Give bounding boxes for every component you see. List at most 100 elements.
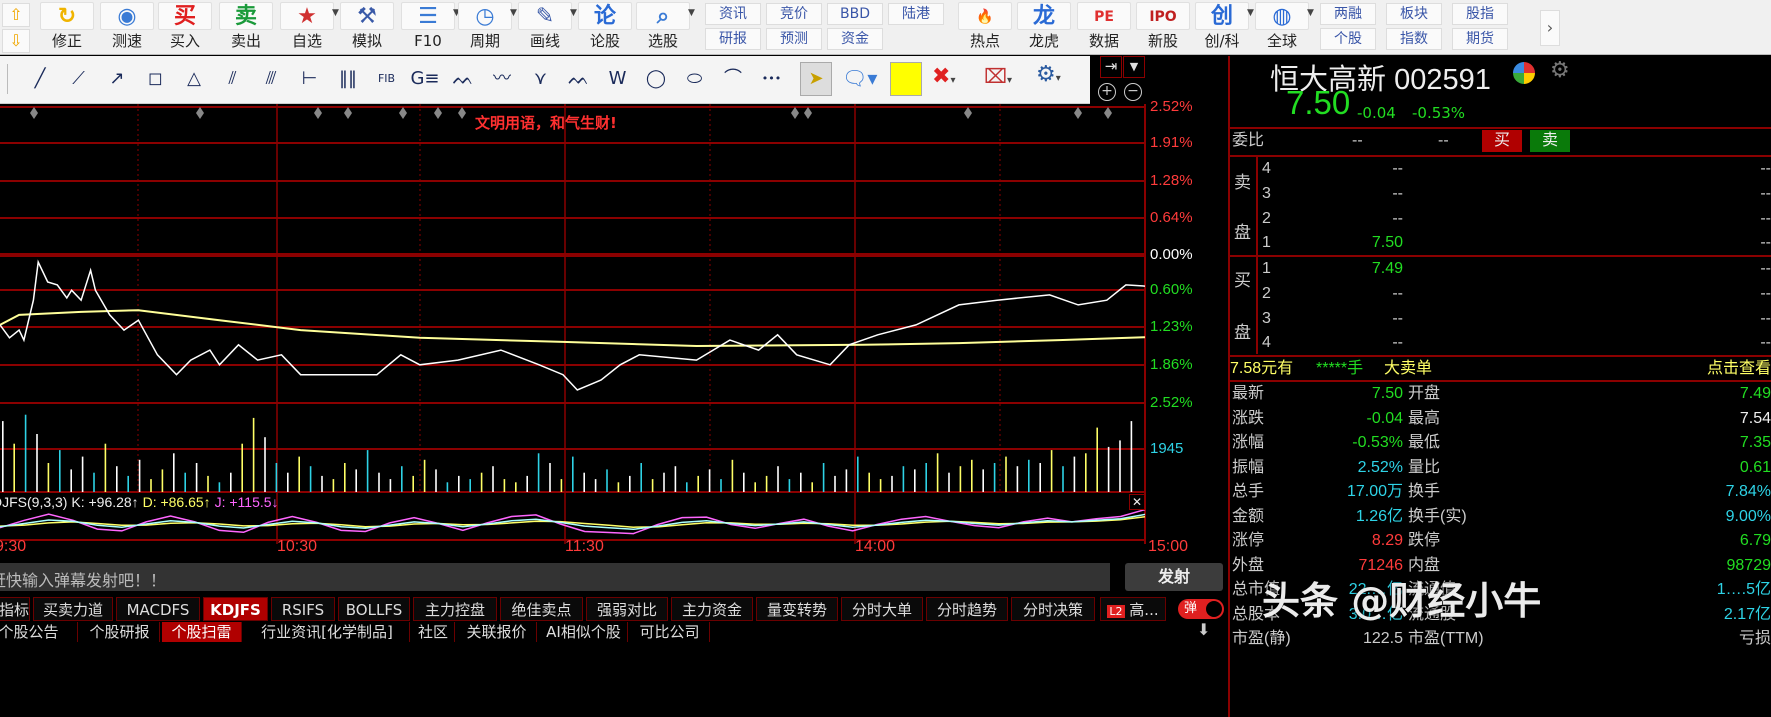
- toolbar-button-ipo[interactable]: IPO 新股: [1136, 2, 1190, 54]
- chart-menu-dropdown[interactable]: ▼: [1123, 56, 1145, 78]
- gann-tool[interactable]: G≡: [409, 66, 441, 92]
- event-marker-icon[interactable]: [791, 107, 799, 119]
- quick-link-button[interactable]: 两融: [1320, 3, 1376, 25]
- comment-tool[interactable]: 🗨▾: [842, 66, 877, 90]
- toolbar-button-9[interactable]: 论论股: [578, 2, 632, 54]
- ellipse-tool[interactable]: ⬭: [679, 66, 711, 92]
- toolbar-button-8[interactable]: ✎ 画线: [518, 2, 572, 54]
- quick-link-button[interactable]: 竞价: [766, 3, 822, 25]
- toolbar-button-dragon[interactable]: 龙龙虎: [1017, 2, 1071, 54]
- chevron-down-icon[interactable]: ▼: [688, 8, 695, 18]
- bid-row[interactable]: 2 -- --: [1230, 282, 1771, 306]
- toolbar-button-3[interactable]: 卖卖出: [219, 2, 273, 54]
- settings-gear-icon[interactable]: ⚙: [1550, 58, 1570, 83]
- ask-row[interactable]: 2 -- --: [1230, 207, 1771, 231]
- tab-indicator[interactable]: 买卖力道: [33, 597, 113, 621]
- tab-indicator[interactable]: BOLLFS: [338, 597, 410, 621]
- rectangle-tool[interactable]: ◻: [140, 66, 172, 92]
- pointer-tool[interactable]: ➤: [800, 62, 832, 96]
- wave-tool-2[interactable]: 〰: [486, 66, 518, 92]
- bottom-tab[interactable]: 社区: [412, 622, 455, 642]
- chevron-down-icon[interactable]: ▼: [1247, 8, 1254, 18]
- toolbar-more-button[interactable]: ›: [1540, 10, 1560, 46]
- event-marker-icon[interactable]: [314, 107, 322, 119]
- scroll-down-button[interactable]: ⇩: [2, 29, 30, 53]
- event-marker-icon[interactable]: [30, 107, 38, 119]
- toolbar-button-7[interactable]: ◷ 周期: [458, 2, 512, 54]
- fib-time-tool[interactable]: FIB: [371, 66, 403, 92]
- quick-sell-button[interactable]: 卖: [1530, 130, 1570, 152]
- quick-link-button[interactable]: 资金: [827, 28, 883, 50]
- quick-link-button[interactable]: 指数: [1386, 28, 1442, 50]
- tab-indicator[interactable]: KDJFS: [203, 597, 268, 621]
- eraser-icon[interactable]: ⌧▾: [984, 64, 1012, 88]
- segment-tool[interactable]: ⟋: [63, 66, 95, 92]
- danmaku-toggle[interactable]: 弹: [1178, 599, 1224, 619]
- fan-tool[interactable]: ⫽: [217, 66, 249, 92]
- tab-indicator[interactable]: 分时大单: [841, 597, 923, 621]
- quick-link-button[interactable]: 研报: [705, 28, 761, 50]
- bottom-tab[interactable]: 行业资讯[化学制品]: [245, 622, 410, 642]
- tab-l2-advanced[interactable]: L2 高...: [1100, 597, 1166, 621]
- toolbar-button-10[interactable]: ⌕ 选股: [636, 2, 690, 54]
- quick-link-button[interactable]: 期货: [1452, 28, 1508, 50]
- scroll-up-button[interactable]: ⇧: [2, 3, 30, 27]
- quick-link-button[interactable]: 股指: [1452, 3, 1508, 25]
- event-marker-icon[interactable]: [196, 107, 204, 119]
- bid-row[interactable]: 3 -- --: [1230, 307, 1771, 331]
- intraday-chart[interactable]: [0, 104, 1146, 544]
- toolbar-button-chuang[interactable]: 创创/科: [1195, 2, 1249, 54]
- tab-indicator[interactable]: 量变转势: [756, 597, 838, 621]
- close-indicator-icon[interactable]: ✕: [1129, 494, 1145, 510]
- tab-indicator[interactable]: 绝佳卖点: [500, 597, 583, 621]
- danmaku-input[interactable]: 赶快输入弹幕发射吧！！: [0, 563, 1110, 591]
- tab-indicator[interactable]: 主力控盘: [413, 597, 497, 621]
- parallel-tool[interactable]: ⫻: [255, 66, 287, 92]
- zoom-in-icon[interactable]: +: [1098, 83, 1116, 101]
- toolbar-button-0[interactable]: ↻ 修正: [40, 2, 94, 54]
- tab-indicator[interactable]: RSIFS: [271, 597, 335, 621]
- zoom-out-icon[interactable]: −: [1124, 83, 1142, 101]
- view-big-order-link[interactable]: 点击查看: [1707, 357, 1771, 381]
- triangle-tool[interactable]: △: [178, 66, 210, 92]
- tab-indicator[interactable]: 强弱对比: [586, 597, 668, 621]
- expand-right-icon[interactable]: ⇥: [1100, 56, 1122, 78]
- bid-row[interactable]: 4 -- --: [1230, 331, 1771, 355]
- ray-tool[interactable]: ↗: [101, 66, 133, 92]
- tab-indicator[interactable]: MACDFS: [116, 597, 200, 621]
- wave-tool-1[interactable]: ᨓ: [448, 66, 480, 92]
- wave-tool-5[interactable]: W: [602, 66, 634, 92]
- quick-link-button[interactable]: BBD: [827, 3, 883, 25]
- tab-indicator[interactable]: 指标: [0, 597, 30, 621]
- event-marker-icon[interactable]: [1074, 107, 1082, 119]
- event-marker-icon[interactable]: [344, 107, 352, 119]
- delete-icon[interactable]: ✖▾: [932, 64, 955, 89]
- event-marker-icon[interactable]: [434, 107, 442, 119]
- ask-row[interactable]: 1 7.50 --: [1230, 231, 1771, 255]
- color-picker[interactable]: [890, 62, 922, 96]
- quick-buy-button[interactable]: 买: [1482, 130, 1522, 152]
- quick-link-button[interactable]: 个股: [1320, 28, 1376, 50]
- period-lines-tool[interactable]: ‖‖: [332, 66, 364, 92]
- circle-tool[interactable]: ◯: [640, 66, 672, 92]
- toolbar-button-hot[interactable]: 🔥 热点: [958, 2, 1012, 54]
- bottom-tab[interactable]: 关联报价: [457, 622, 537, 642]
- tab-indicator[interactable]: 分时趋势: [926, 597, 1008, 621]
- toolbar-button-4[interactable]: ★ 自选: [280, 2, 334, 54]
- line-tool[interactable]: ╱: [24, 66, 56, 92]
- chevron-down-icon[interactable]: ▼: [570, 8, 577, 18]
- quick-link-button[interactable]: 陆港: [888, 3, 944, 25]
- settings-gear-icon[interactable]: ⚙▾: [1036, 62, 1061, 87]
- pie-chart-icon[interactable]: [1513, 62, 1535, 84]
- wave-tool-3[interactable]: ⋎: [525, 66, 557, 92]
- bottom-tab[interactable]: 个股公告: [0, 622, 78, 642]
- quick-link-button[interactable]: 资讯: [705, 3, 761, 25]
- send-danmaku-button[interactable]: 发射: [1125, 563, 1223, 591]
- quick-link-button[interactable]: 预测: [766, 28, 822, 50]
- quick-link-button[interactable]: 板块: [1386, 3, 1442, 25]
- event-marker-icon[interactable]: [804, 107, 812, 119]
- tab-indicator[interactable]: 分时决策: [1011, 597, 1095, 621]
- ask-row[interactable]: 4 -- --: [1230, 157, 1771, 181]
- bottom-tab[interactable]: 可比公司: [630, 622, 710, 642]
- event-marker-icon[interactable]: [399, 107, 407, 119]
